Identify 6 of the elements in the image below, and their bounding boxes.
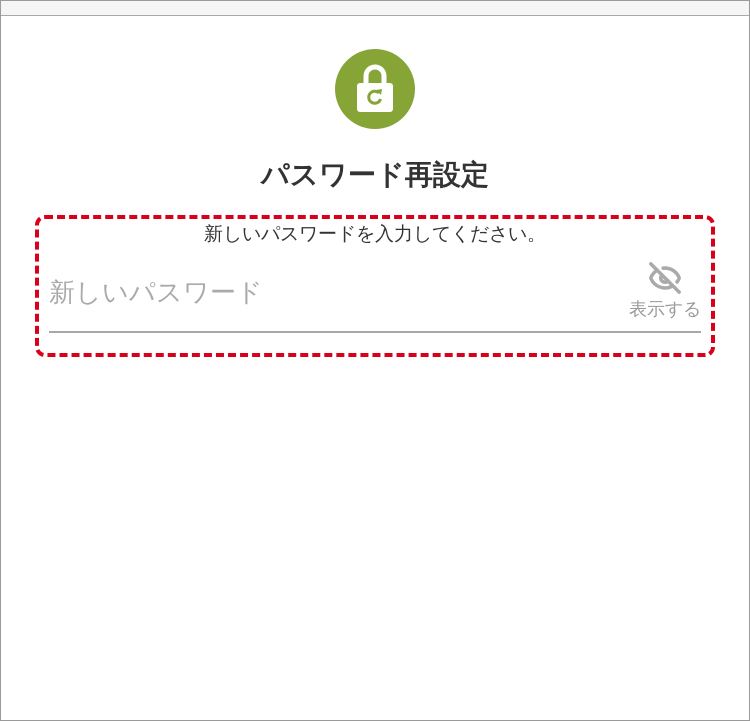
show-password-toggle[interactable]: 表示する xyxy=(629,261,701,321)
instruction-text: 新しいパスワードを入力してください。 xyxy=(203,222,547,247)
lock-icon xyxy=(335,49,415,129)
password-field[interactable]: 新しいパスワード 表示する xyxy=(49,261,701,333)
page-title: パスワード再設定 xyxy=(261,157,489,193)
eye-off-icon xyxy=(648,261,682,295)
